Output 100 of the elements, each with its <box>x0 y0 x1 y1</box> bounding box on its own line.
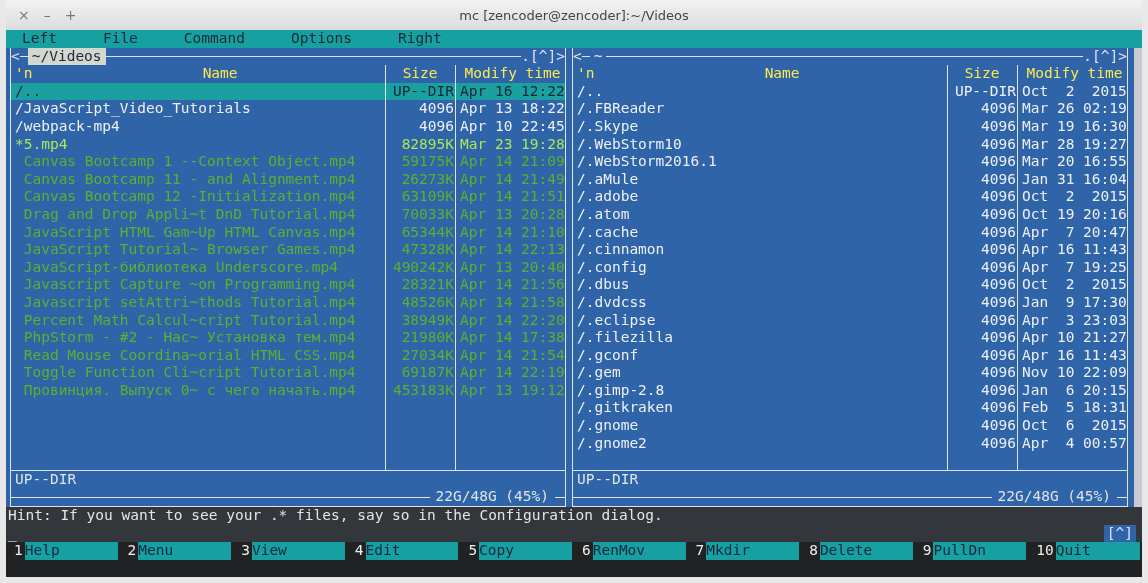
file-size: 4096 <box>947 135 1017 154</box>
column-header[interactable]: Size <box>947 65 1017 83</box>
file-size: 28321K <box>385 276 455 294</box>
menu-item[interactable]: Options <box>290 30 353 48</box>
file-date: Apr 14 22:13 <box>455 241 565 259</box>
file-name[interactable]: /.gnome <box>573 417 948 435</box>
file-date: Oct 2 2015 <box>1017 82 1127 101</box>
forward-arrow[interactable]: > <box>1118 47 1127 66</box>
file-name[interactable]: /.WebStorm2016.1 <box>573 153 948 171</box>
back-arrow[interactable]: < <box>11 47 20 66</box>
disk-usage: 22G/48G (45%) <box>996 488 1112 507</box>
file-name[interactable]: /.eclipse <box>573 311 948 330</box>
file-name[interactable]: /.gconf <box>573 346 948 365</box>
status-text: UP--DIR <box>577 470 639 487</box>
file-size: 4096 <box>947 364 1017 382</box>
file-date: Feb 5 18:31 <box>1017 399 1127 418</box>
menu-item[interactable]: Left <box>22 30 57 48</box>
hint-text: Hint: If you want to see your .* files, say so in the Configuration dialog. <box>6 507 1142 525</box>
column-header[interactable]: Size <box>385 65 455 83</box>
file-date: Apr 4 00:57 <box>1017 434 1127 453</box>
file-size: 38949K <box>385 311 455 330</box>
file-name[interactable]: /.config <box>573 258 948 277</box>
file-date: Mar 20 16:55 <box>1017 153 1127 171</box>
file-name[interactable]: *5.mp4 <box>11 135 386 154</box>
status-text: UP--DIR <box>15 470 77 487</box>
file-size: 27034K <box>385 346 455 365</box>
file-date: Jan 9 17:30 <box>1017 293 1127 312</box>
file-date: Apr 14 22:19 <box>455 364 565 382</box>
history-button[interactable]: .[^] <box>1083 47 1119 66</box>
text-cursor: _ <box>8 524 17 543</box>
file-name[interactable]: /.gnome2 <box>573 434 948 453</box>
menu-item[interactable]: Right <box>398 30 442 48</box>
file-name[interactable]: /.cinnamon <box>573 241 948 259</box>
file-date: Apr 16 11:43 <box>1017 241 1127 259</box>
file-size: 4096 <box>947 293 1017 312</box>
file-date: Apr 10 21:27 <box>1017 329 1127 347</box>
file-size: 82895K <box>385 135 455 154</box>
file-size: 453183K <box>385 381 455 400</box>
file-name[interactable]: /.gitkraken <box>573 399 948 418</box>
file-size: 4096 <box>947 329 1017 347</box>
file-date: Apr 14 21:49 <box>455 170 565 189</box>
file-size: 4096 <box>947 153 1017 171</box>
file-size: 48526K <box>385 293 455 312</box>
file-size: UP--DIR <box>385 82 455 101</box>
file-size: 4096 <box>947 417 1017 435</box>
file-size: 4096 <box>947 258 1017 277</box>
file-name[interactable]: /.Skype <box>573 117 948 136</box>
file-name[interactable]: /.FBReader <box>573 100 948 118</box>
file-size: 4096 <box>947 117 1017 136</box>
scrollbar[interactable] <box>1134 47 1142 508</box>
file-size: 4096 <box>947 399 1017 418</box>
file-date: Oct 2 2015 <box>1017 276 1127 294</box>
file-date: Apr 14 21:09 <box>455 153 565 171</box>
file-name[interactable]: /.aMule <box>573 170 948 189</box>
back-arrow[interactable]: < <box>573 47 582 66</box>
file-name[interactable]: /.cache <box>573 223 948 242</box>
file-size: UP--DIR <box>947 82 1017 101</box>
file-name[interactable]: /.. <box>11 82 386 101</box>
forward-arrow[interactable]: > <box>556 47 565 66</box>
file-name[interactable]: /JavaScript_Video_Tutorials <box>11 100 386 118</box>
file-name[interactable]: /webpack-mp4 <box>11 117 386 136</box>
menu-item[interactable]: Command <box>183 30 245 48</box>
column-header[interactable]: 'n Name <box>11 65 386 83</box>
column-header[interactable]: 'n Name <box>573 65 948 83</box>
file-size: 4096 <box>947 276 1017 294</box>
file-name[interactable]: /.adobe <box>573 188 948 206</box>
history-button[interactable]: .[^] <box>521 47 557 66</box>
file-date: Apr 14 17:38 <box>455 329 565 347</box>
file-size: 4096 <box>385 100 455 118</box>
file-size: 4096 <box>947 434 1017 453</box>
file-name[interactable]: /.. <box>573 82 948 101</box>
file-size: 4096 <box>947 311 1017 330</box>
file-date: Apr 13 20:28 <box>455 205 565 224</box>
file-name[interactable]: /.gem <box>573 364 948 382</box>
file-date: Apr 10 22:45 <box>455 117 565 136</box>
panel-path: ~ <box>592 47 604 66</box>
file-size: 4096 <box>947 100 1017 118</box>
window-button[interactable]: × <box>14 7 34 23</box>
file-date: Apr 14 21:58 <box>455 293 565 312</box>
file-name[interactable]: /.filezilla <box>573 329 948 347</box>
file-size: 63109K <box>385 188 455 206</box>
file-size: 4096 <box>947 241 1017 259</box>
file-date: Apr 16 12:22 <box>455 82 565 101</box>
file-date: Apr 7 20:47 <box>1017 223 1127 242</box>
window-button[interactable]: – <box>39 7 55 23</box>
file-size: 26273K <box>385 170 455 189</box>
file-size: 4096 <box>947 205 1017 224</box>
file-name[interactable]: /.WebStorm10 <box>573 135 948 154</box>
window-button[interactable]: + <box>60 7 81 23</box>
file-date: Apr 14 21:54 <box>455 346 565 365</box>
menu-item[interactable]: File <box>102 30 138 48</box>
column-header[interactable]: Modify time <box>455 65 565 83</box>
file-name[interactable]: /.dvdcss <box>573 293 948 312</box>
file-name[interactable]: /.gimp-2.8 <box>573 381 948 400</box>
file-date: Apr 14 22:20 <box>455 311 565 330</box>
column-header[interactable]: Modify time <box>1017 65 1127 83</box>
file-name[interactable]: /.dbus <box>573 276 948 294</box>
file-name[interactable]: /.atom <box>573 205 948 224</box>
file-size: 4096 <box>947 381 1017 400</box>
file-date: Apr 13 20:40 <box>455 258 565 277</box>
